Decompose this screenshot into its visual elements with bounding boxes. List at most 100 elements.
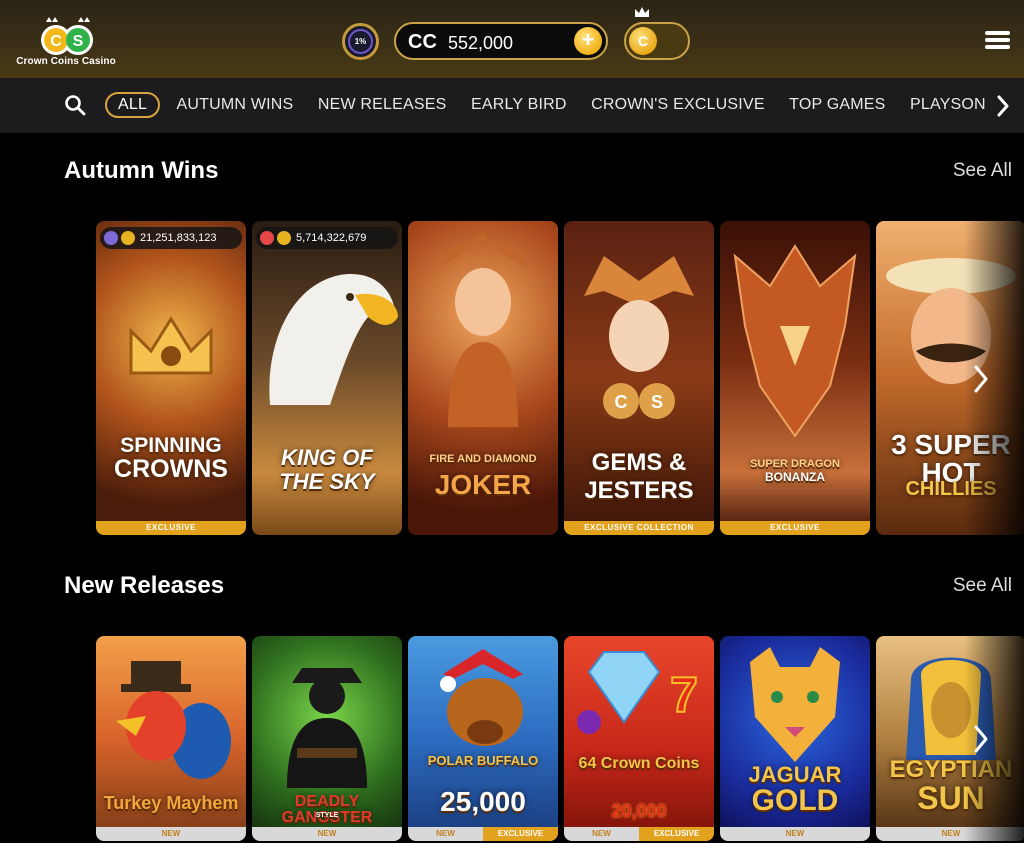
game-title-line2: BONANZA	[765, 470, 825, 484]
game-title-line2: 20,000	[611, 801, 667, 821]
tab-early-bird[interactable]: EARLY BIRD	[471, 92, 567, 118]
add-coins-button[interactable]: +	[574, 27, 602, 55]
tab-top-games[interactable]: TOP GAMES	[789, 92, 885, 118]
labels-bar: NEW	[720, 827, 870, 841]
category-nav: ALL AUTUMN WINS NEW RELEASES EARLY BIRD …	[0, 78, 1024, 133]
exclusive-label: EXCLUSIVE	[720, 521, 870, 535]
labels-bar: NEW	[252, 827, 402, 841]
svg-text:S: S	[651, 392, 663, 412]
category-tabs: ALL AUTUMN WINS NEW RELEASES EARLY BIRD …	[105, 92, 985, 118]
eagle-art-icon	[269, 274, 398, 405]
search-icon[interactable]	[64, 94, 86, 116]
exclusive-collection-label: EXCLUSIVE COLLECTION	[564, 521, 714, 535]
jackpot-counter: 21,251,833,123	[100, 227, 242, 249]
section-title-new-releases: New Releases	[64, 572, 225, 599]
game-title-line2: JOKER	[434, 469, 532, 500]
game-title-line2: 25,000	[440, 786, 526, 817]
game-tile[interactable]: POLAR BUFFALO 25,000 NEW EXCLUSIVE	[408, 636, 558, 841]
game-title-line1: SUPER DRAGON	[750, 458, 840, 470]
currency-toggle[interactable]: C	[624, 22, 690, 60]
tab-playson-jackpot[interactable]: PLAYSON JACK	[910, 92, 985, 118]
gangster-art-icon	[287, 668, 367, 788]
chevron-right-icon[interactable]	[973, 364, 989, 394]
game-tile[interactable]: DEADLY GANGSTER STYLE NEW	[252, 636, 402, 841]
tab-all[interactable]: ALL	[105, 92, 161, 118]
game-title-line1: KING OF	[281, 445, 373, 470]
svg-text:7: 7	[670, 667, 698, 723]
game-tile[interactable]: FIRE AND DIAMOND JOKER	[408, 221, 558, 535]
game-title-line1: POLAR BUFFALO	[427, 753, 539, 768]
crown-art-icon	[129, 316, 213, 375]
game-title-line1: SPINNING	[120, 434, 222, 457]
tab-autumn-wins[interactable]: AUTUMN WINS	[177, 92, 294, 118]
new-label: NEW	[720, 827, 870, 841]
turkey-art-icon	[116, 661, 231, 779]
see-all-autumn-wins[interactable]: See All	[953, 160, 1012, 182]
labels-bar: NEW	[96, 827, 246, 841]
plus-icon: +	[581, 27, 595, 52]
game-tile[interactable]: SUPER DRAGON BONANZA EXCLUSIVE	[720, 221, 870, 535]
game-row-autumn-wins: 21,251,833,123 SPINNING CROWNS EXCLUSIVE…	[96, 221, 1024, 537]
exclusive-label: EXCLUSIVE	[96, 521, 246, 535]
coin-icon	[121, 231, 135, 245]
jackpot-amount: 5,714,322,679	[296, 232, 367, 244]
section-title-autumn-wins: Autumn Wins	[64, 157, 219, 184]
crown-icon	[635, 7, 649, 17]
game-title-line2: THE SKY	[279, 469, 375, 494]
coin-letter: C	[637, 33, 649, 49]
jester-woman-art-icon	[438, 232, 528, 427]
diamond-seven-art-icon: 7	[577, 651, 699, 734]
game-title-line1: FIRE AND DIAMOND	[429, 453, 537, 465]
labels-bar: NEW EXCLUSIVE	[408, 827, 558, 841]
crown-coins-logo[interactable]: C S Crown Coins Casino	[14, 8, 118, 70]
logo-text: Crown Coins Casino	[16, 56, 116, 67]
new-label: NEW	[96, 827, 246, 841]
exclusive-label: EXCLUSIVE	[639, 827, 714, 841]
svg-text:S: S	[73, 33, 84, 50]
jaguar-art-icon	[750, 647, 840, 762]
hamburger-menu-icon[interactable]	[985, 31, 1010, 49]
game-row-new-releases: Turkey Mayhem NEW DEADLY GANGSTER STYLE …	[96, 636, 1024, 843]
game-title-line2: GOLD	[751, 784, 839, 817]
dragon-art-icon	[733, 244, 857, 438]
new-label: NEW	[408, 827, 483, 841]
logo-mark-icon: C S	[41, 17, 93, 55]
chevron-right-icon[interactable]	[996, 95, 1010, 117]
play-badge-icon	[260, 231, 274, 245]
game-tile[interactable]: C S GEMS & JESTERS EXCLUSIVE COLLECTION	[564, 221, 714, 535]
crown-badge-icon	[104, 231, 118, 245]
game-tile[interactable]: Turkey Mayhem NEW	[96, 636, 246, 841]
see-all-new-releases[interactable]: See All	[953, 575, 1012, 597]
svg-text:C: C	[50, 33, 62, 50]
game-tile[interactable]: 21,251,833,123 SPINNING CROWNS EXCLUSIVE	[96, 221, 246, 535]
game-title-line1: 64 Crown Coins	[578, 755, 700, 772]
svg-text:C: C	[615, 392, 628, 412]
top-header: C S Crown Coins Casino 1% CC 552,000 + C	[0, 0, 1024, 78]
balance-currency: CC	[408, 31, 437, 53]
exclusive-label: EXCLUSIVE	[483, 827, 558, 841]
chevron-right-icon[interactable]	[973, 724, 989, 754]
coin-icon	[277, 231, 291, 245]
tab-new-releases[interactable]: NEW RELEASES	[318, 92, 447, 118]
jackpot-counter: 5,714,322,679	[256, 227, 398, 249]
vip-level-value: 1%	[354, 37, 367, 46]
game-tile[interactable]: JAGUAR GOLD NEW	[720, 636, 870, 841]
game-tile[interactable]: 7 64 Crown Coins 20,000 NEW EXCLUSIVE	[564, 636, 714, 841]
coin-balance: CC 552,000 +	[394, 22, 608, 60]
game-title-line1: JAGUAR	[748, 762, 842, 787]
vip-level-badge[interactable]: 1%	[342, 23, 379, 60]
tab-crowns-exclusive[interactable]: CROWN'S EXCLUSIVE	[591, 92, 765, 118]
game-tile[interactable]: 5,714,322,679 KING OF THE SKY	[252, 221, 402, 535]
game-title-line1: DEADLY GANGSTER	[281, 793, 373, 826]
jackpot-amount: 21,251,833,123	[140, 232, 217, 244]
game-title-line2: STYLE	[315, 812, 339, 819]
game-title-line1: GEMS &	[591, 449, 687, 476]
buffalo-art-icon	[440, 649, 523, 746]
game-title-line1: Turkey Mayhem	[103, 793, 239, 813]
balance-amount: 552,000	[448, 33, 514, 53]
labels-bar: NEW EXCLUSIVE	[564, 827, 714, 841]
game-title-line2: JESTERS	[584, 477, 694, 504]
game-title-line2: CROWNS	[114, 455, 228, 483]
new-label: NEW	[252, 827, 402, 841]
gold-coin-icon: C	[629, 27, 657, 55]
